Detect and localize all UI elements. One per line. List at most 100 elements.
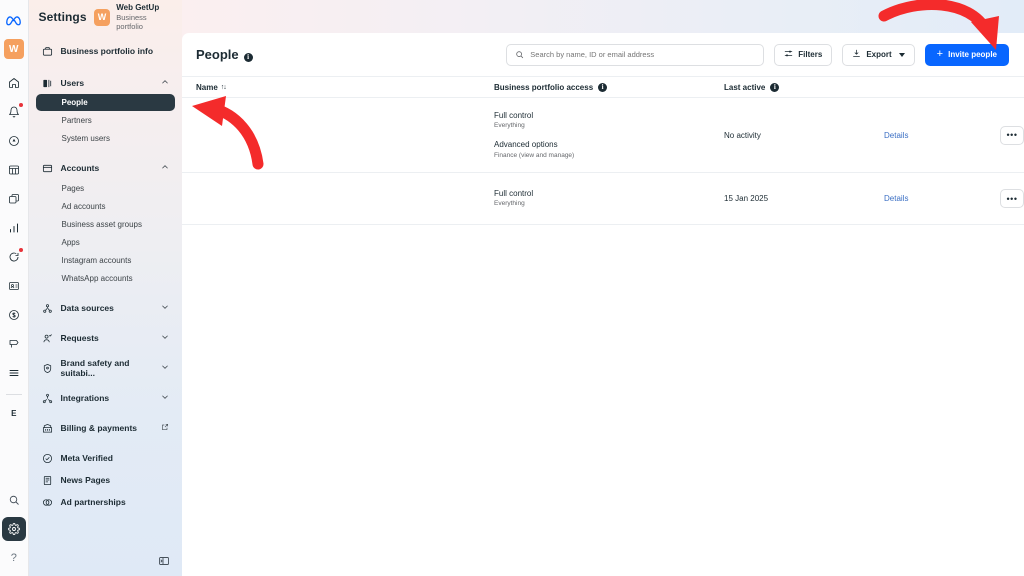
column-header-name[interactable]: Name ↑↓ [182,83,494,92]
users-icon [42,77,54,89]
export-button[interactable]: Export [842,43,915,66]
access-subtitle: Everything [494,122,525,130]
sidebar-item-business-portfolio-info[interactable]: Business portfolio info [36,40,176,62]
sidebar-item-instagram-accounts[interactable]: Instagram accounts [36,251,176,269]
row-overflow-menu-button[interactable]: ••• [1000,189,1024,208]
sidebar-item-label: Data sources [60,303,114,313]
sidebar-item-meta-verified[interactable]: Meta Verified [36,447,176,469]
search-input[interactable] [530,50,756,59]
rail-avatar[interactable]: W [3,39,24,59]
chevron-down-icon [898,52,905,57]
sidebar-item-billing-payments[interactable]: Billing & payments [36,417,176,439]
invite-people-button[interactable]: + Invite people [924,43,1009,66]
sidebar-group-users: Users People Partners System users [35,72,176,147]
sidebar-item-label: Billing & payments [60,423,138,433]
access-subtitle: Everything [494,200,525,208]
billing-grid-icon[interactable] [2,158,26,182]
sidebar-item-requests[interactable]: Requests [36,327,176,349]
sidebar-item-brand-safety[interactable]: Brand safety and suitabi... [36,357,176,379]
portfolio-subtitle: Business portfolio [116,12,147,31]
sidebar-item-people[interactable]: People [35,94,175,111]
all-tools-icon[interactable] [2,361,26,385]
row-overflow-menu-button[interactable]: ••• [1000,125,1024,145]
ads-manager-icon[interactable] [2,187,26,211]
sidebar-item-users[interactable]: Users [36,72,176,94]
last-active-info-icon[interactable]: i [770,82,780,92]
account-quality-icon[interactable] [2,129,26,153]
cell-access: Full control Everything [494,188,724,209]
search-input-wrapper[interactable] [506,43,765,66]
page-title-text: People [196,47,239,62]
sidebar-item-apps[interactable]: Apps [36,233,176,251]
details-link[interactable]: Details [884,131,908,140]
payments-icon[interactable] [2,303,26,327]
sidebar-item-integrations[interactable]: Integrations [36,387,176,409]
page-title: People i [196,47,253,62]
chevron-up-icon [161,163,169,173]
sidebar-item-whatsapp-accounts[interactable]: WhatsApp accounts [36,269,176,287]
home-icon[interactable] [2,71,26,95]
settings-sidebar: Settings W Web GetUp Business portfolio … [28,0,183,576]
access-entry: Full control Everything [494,110,724,131]
access-subtitle: Finance (view and manage) [494,151,575,159]
sidebar-item-label: Users [60,78,85,88]
sidebar-item-ad-accounts[interactable]: Ad accounts [36,197,176,215]
sidebar-item-data-sources[interactable]: Data sources [36,297,176,319]
cell-last-active: No activity [724,130,761,140]
gear-icon[interactable] [1,517,26,541]
sidebar-item-label: Requests [60,333,99,343]
rail-letter-item[interactable]: E [3,403,25,423]
chevron-down-icon [161,363,169,373]
feedback-icon[interactable] [2,332,26,356]
sidebar-item-system-users[interactable]: System users [36,129,176,147]
access-title: Full control [494,110,534,120]
table-row[interactable]: Full control Everything Advanced options… [182,98,1024,173]
table-row[interactable]: Full control Everything 15 Jan 2025 Deta… [182,173,1024,225]
sidebar-group-accounts: Accounts Pages Ad accounts Business asse… [36,157,176,287]
sort-icon[interactable]: ↑↓ [221,84,227,91]
collapse-panel-icon[interactable] [158,554,170,566]
portfolio-switcher[interactable]: W Web GetUp Business portfolio [93,3,174,31]
content-panel: Peoplei Filters [182,33,1024,576]
invite-people-label: Invite people [948,50,997,59]
help-icon[interactable]: ? [2,546,26,570]
panel-header: Peoplei Filters [182,33,1024,77]
access-entry: Full control Everything [494,188,724,209]
meta-logo-icon[interactable] [2,8,26,32]
sidebar-item-business-asset-groups[interactable]: Business asset groups [36,215,176,233]
analytics-icon[interactable] [2,216,26,240]
filters-button[interactable]: Filters [774,43,833,66]
sidebar-item-accounts[interactable]: Accounts [36,157,176,179]
news-pages-icon [42,474,54,486]
chevron-up-icon [161,78,169,88]
access-title: Full control [494,188,534,198]
sidebar-nav: Business portfolio info Users People Par… [29,34,183,554]
page-info-icon[interactable]: i [243,53,253,62]
plus-icon: + [936,48,944,60]
sidebar-item-news-pages[interactable]: News Pages [36,469,176,491]
requests-icon [42,332,54,344]
search-icon[interactable] [2,488,26,512]
billing-icon [42,422,54,434]
main-area: Peoplei Filters [182,0,1024,576]
chevron-down-icon [161,393,169,403]
table-header-row: Name ↑↓ Business portfolio access i Last… [182,77,1024,98]
briefcase-icon [42,45,54,57]
notification-badge-dot [18,103,23,107]
events-manager-icon[interactable] [2,245,26,269]
sidebar-item-label: News Pages [60,475,111,485]
rail-divider [5,394,22,395]
sidebar-item-partners[interactable]: Partners [36,111,176,129]
external-link-icon [161,423,169,433]
sidebar-item-pages[interactable]: Pages [36,179,176,197]
audience-icon[interactable] [2,274,26,298]
sidebar-item-ad-partnerships[interactable]: Ad partnerships [36,491,176,513]
access-info-icon[interactable]: i [598,82,608,92]
details-link[interactable]: Details [884,194,908,203]
notifications-icon[interactable] [2,100,26,124]
sidebar-item-label: Ad partnerships [60,497,126,507]
